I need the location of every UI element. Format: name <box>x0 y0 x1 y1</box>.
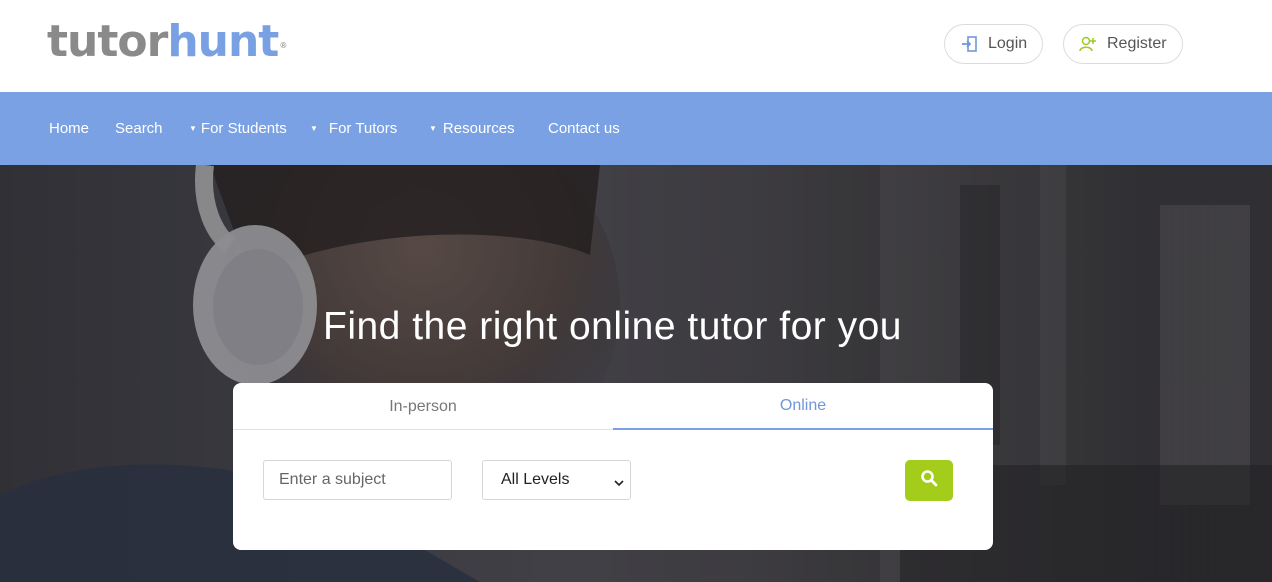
nav-item-for-students[interactable]: ▼ For Students <box>189 92 287 165</box>
login-button[interactable]: Login <box>944 24 1043 64</box>
search-card: In-person Online All Levels <box>233 383 993 550</box>
level-select-value: All Levels <box>501 471 570 488</box>
logo-text-hunt: hunt <box>167 16 279 67</box>
nav-label: Home <box>49 120 90 137</box>
site-header: tutor hunt ® Login Register <box>0 0 1272 92</box>
logo-text-tutor: tutor <box>47 16 168 67</box>
nav-label: Search <box>115 120 163 137</box>
nav-item-for-tutors[interactable]: ▼ For Tutors <box>310 92 397 165</box>
caret-down-icon: ▼ <box>310 124 318 133</box>
magnifier-icon <box>920 469 938 492</box>
search-button[interactable] <box>905 460 953 501</box>
chevron-down-icon <box>614 475 624 493</box>
nav-label: For Students <box>200 120 287 137</box>
search-tabs: In-person Online <box>233 383 993 430</box>
hero-title: Find the right online tutor for you <box>323 305 902 348</box>
caret-down-icon: ▼ <box>429 124 437 133</box>
tutorhunt-logo[interactable]: tutor hunt ® <box>47 16 287 67</box>
nav-label: Resources <box>442 120 515 137</box>
tab-in-person[interactable]: In-person <box>233 383 613 430</box>
registered-mark: ® <box>279 41 287 50</box>
register-label: Register <box>1107 35 1167 52</box>
hero-section: Find the right online tutor for you In-p… <box>0 165 1272 582</box>
nav-item-contact-us[interactable]: Contact us <box>548 92 620 165</box>
nav-item-resources[interactable]: ▼ Resources <box>429 92 515 165</box>
subject-input[interactable] <box>263 460 452 500</box>
nav-label: For Tutors <box>328 120 398 137</box>
register-button[interactable]: Register <box>1063 24 1183 64</box>
nav-item-home[interactable]: Home <box>49 92 89 165</box>
add-user-icon <box>1079 35 1097 53</box>
login-label: Login <box>988 35 1028 52</box>
tab-online[interactable]: Online <box>613 383 993 430</box>
level-select[interactable]: All Levels <box>482 460 631 500</box>
login-arrow-icon <box>960 35 978 53</box>
main-nav: Home Search ▼ For Students ▼ For Tutors … <box>0 92 1272 165</box>
nav-label: Contact us <box>548 120 620 137</box>
nav-item-search[interactable]: Search <box>115 92 163 165</box>
caret-down-icon: ▼ <box>189 124 197 133</box>
